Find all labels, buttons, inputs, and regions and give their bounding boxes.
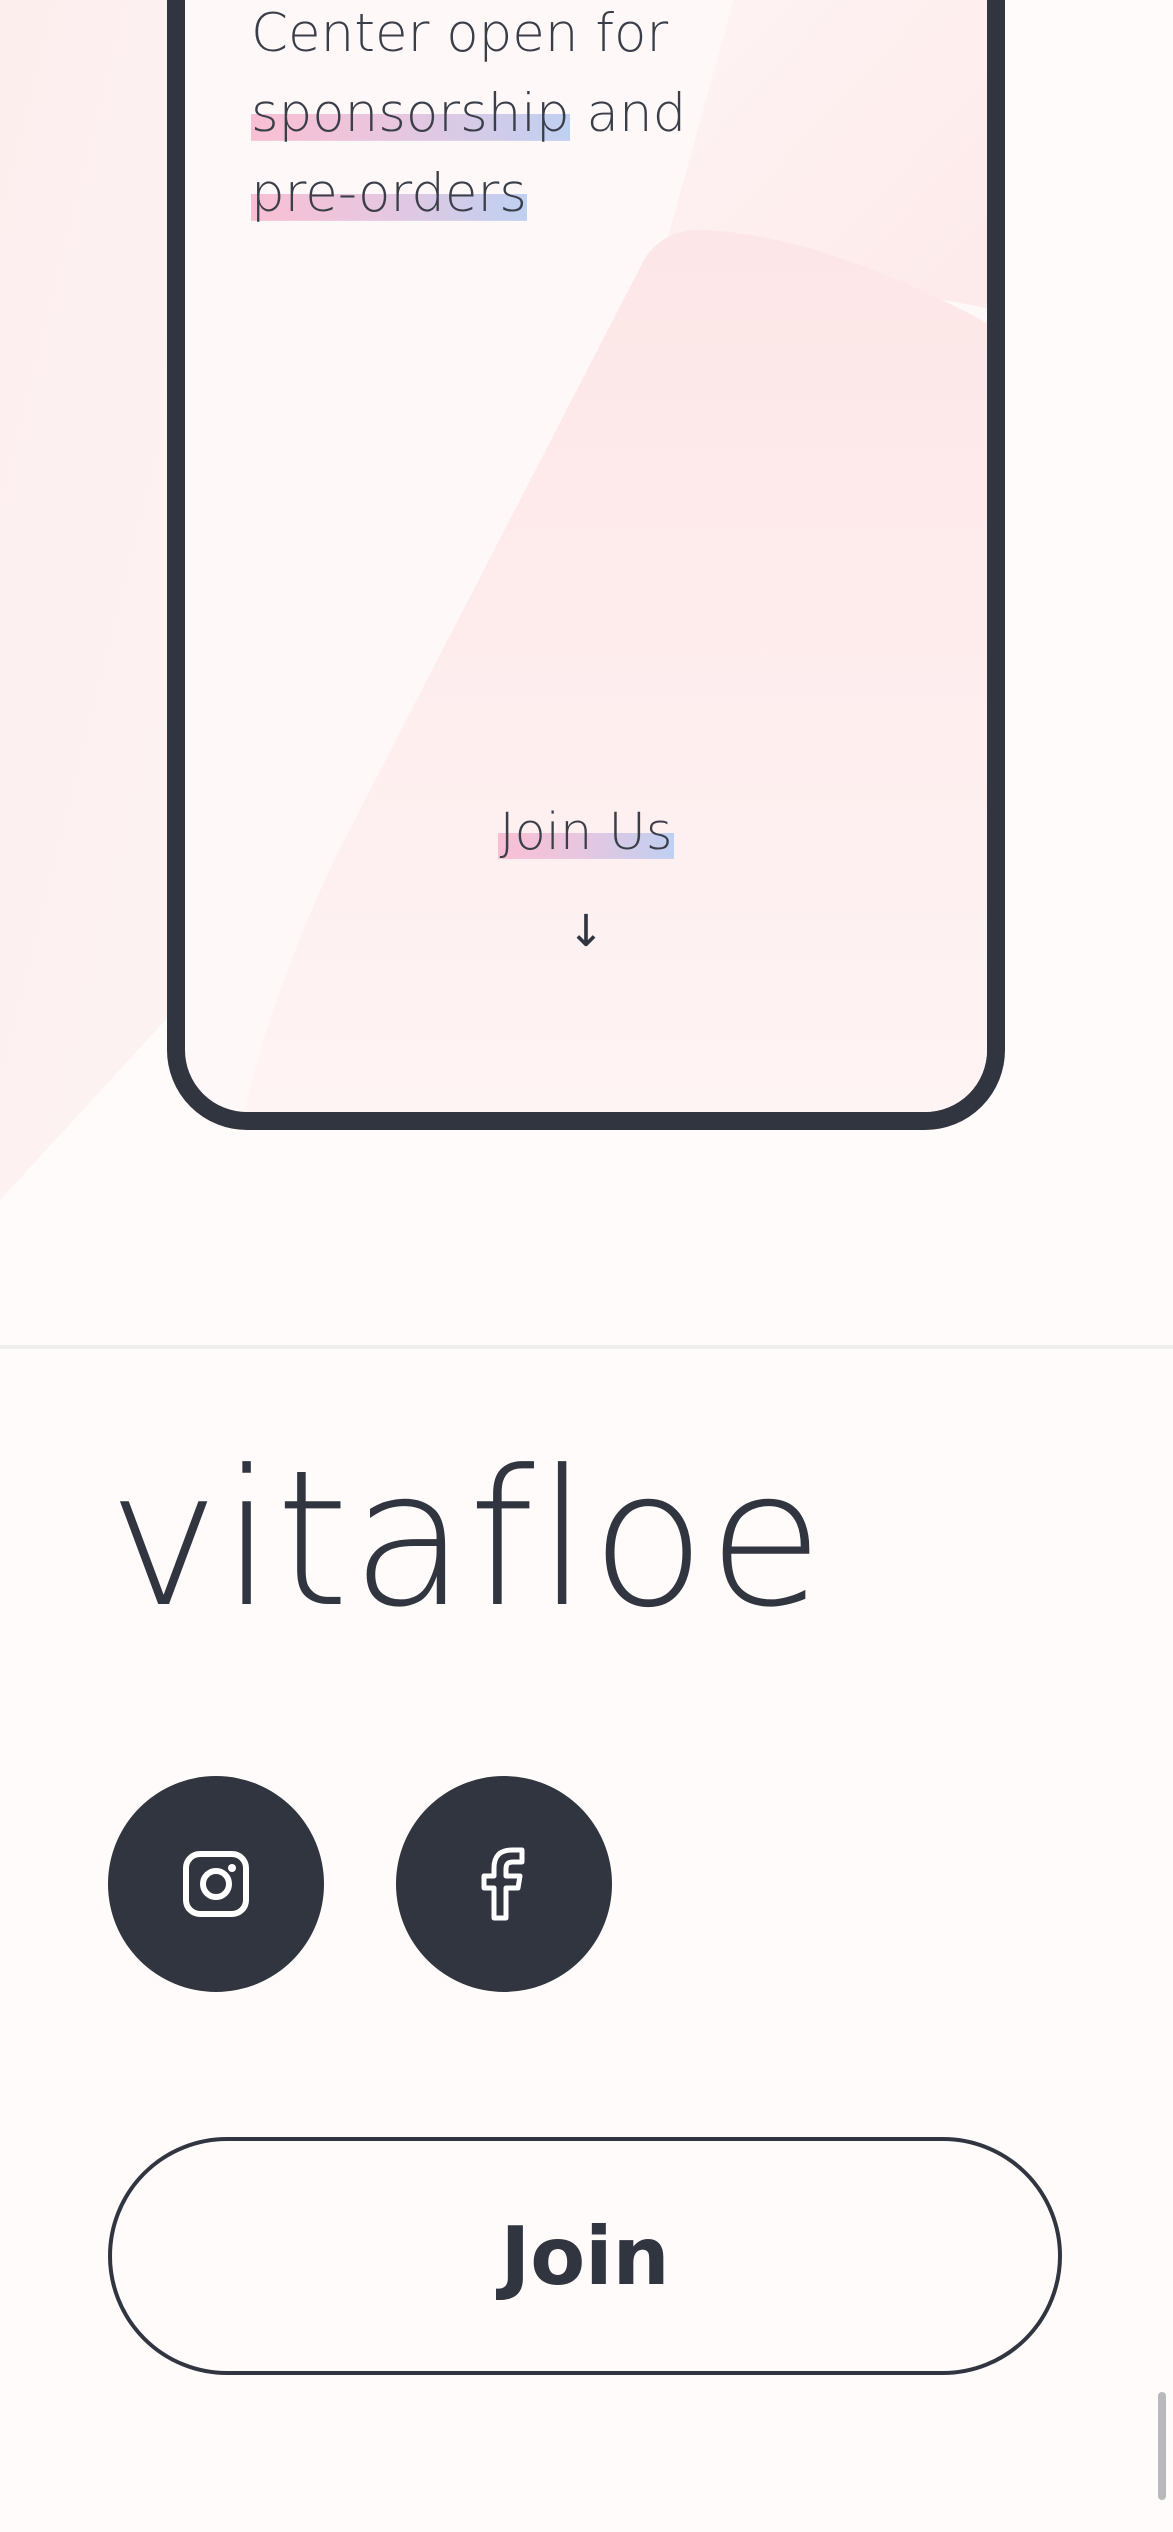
footer-logo[interactable]: vitafloe	[108, 1440, 826, 1640]
instagram-icon	[183, 1851, 249, 1917]
section-divider	[0, 1345, 1173, 1349]
hero-text-line-3: pre-orders	[251, 154, 686, 234]
sponsorship-highlight: sponsorship	[251, 83, 570, 144]
facebook-icon	[481, 1847, 525, 1921]
hero-text-line-2: sponsorship and	[251, 74, 686, 154]
join-us-label: Join Us	[497, 803, 675, 862]
scrollbar-thumb[interactable]	[1158, 2392, 1166, 2500]
hero-text-line-2-rest: and	[569, 83, 687, 144]
phone-mockup: Center open for sponsorship and pre-orde…	[167, 0, 1005, 1130]
join-button[interactable]: Join	[108, 2137, 1062, 2375]
pre-orders-highlight: pre-orders	[251, 163, 527, 224]
arrow-down-icon[interactable]: ↓	[185, 906, 987, 957]
hero-text-line-1: Center open for	[251, 3, 669, 64]
hero-text: Center open for sponsorship and pre-orde…	[251, 0, 686, 234]
join-us-link[interactable]: Join Us	[185, 803, 987, 862]
instagram-link[interactable]	[108, 1776, 324, 1992]
facebook-link[interactable]	[396, 1776, 612, 1992]
